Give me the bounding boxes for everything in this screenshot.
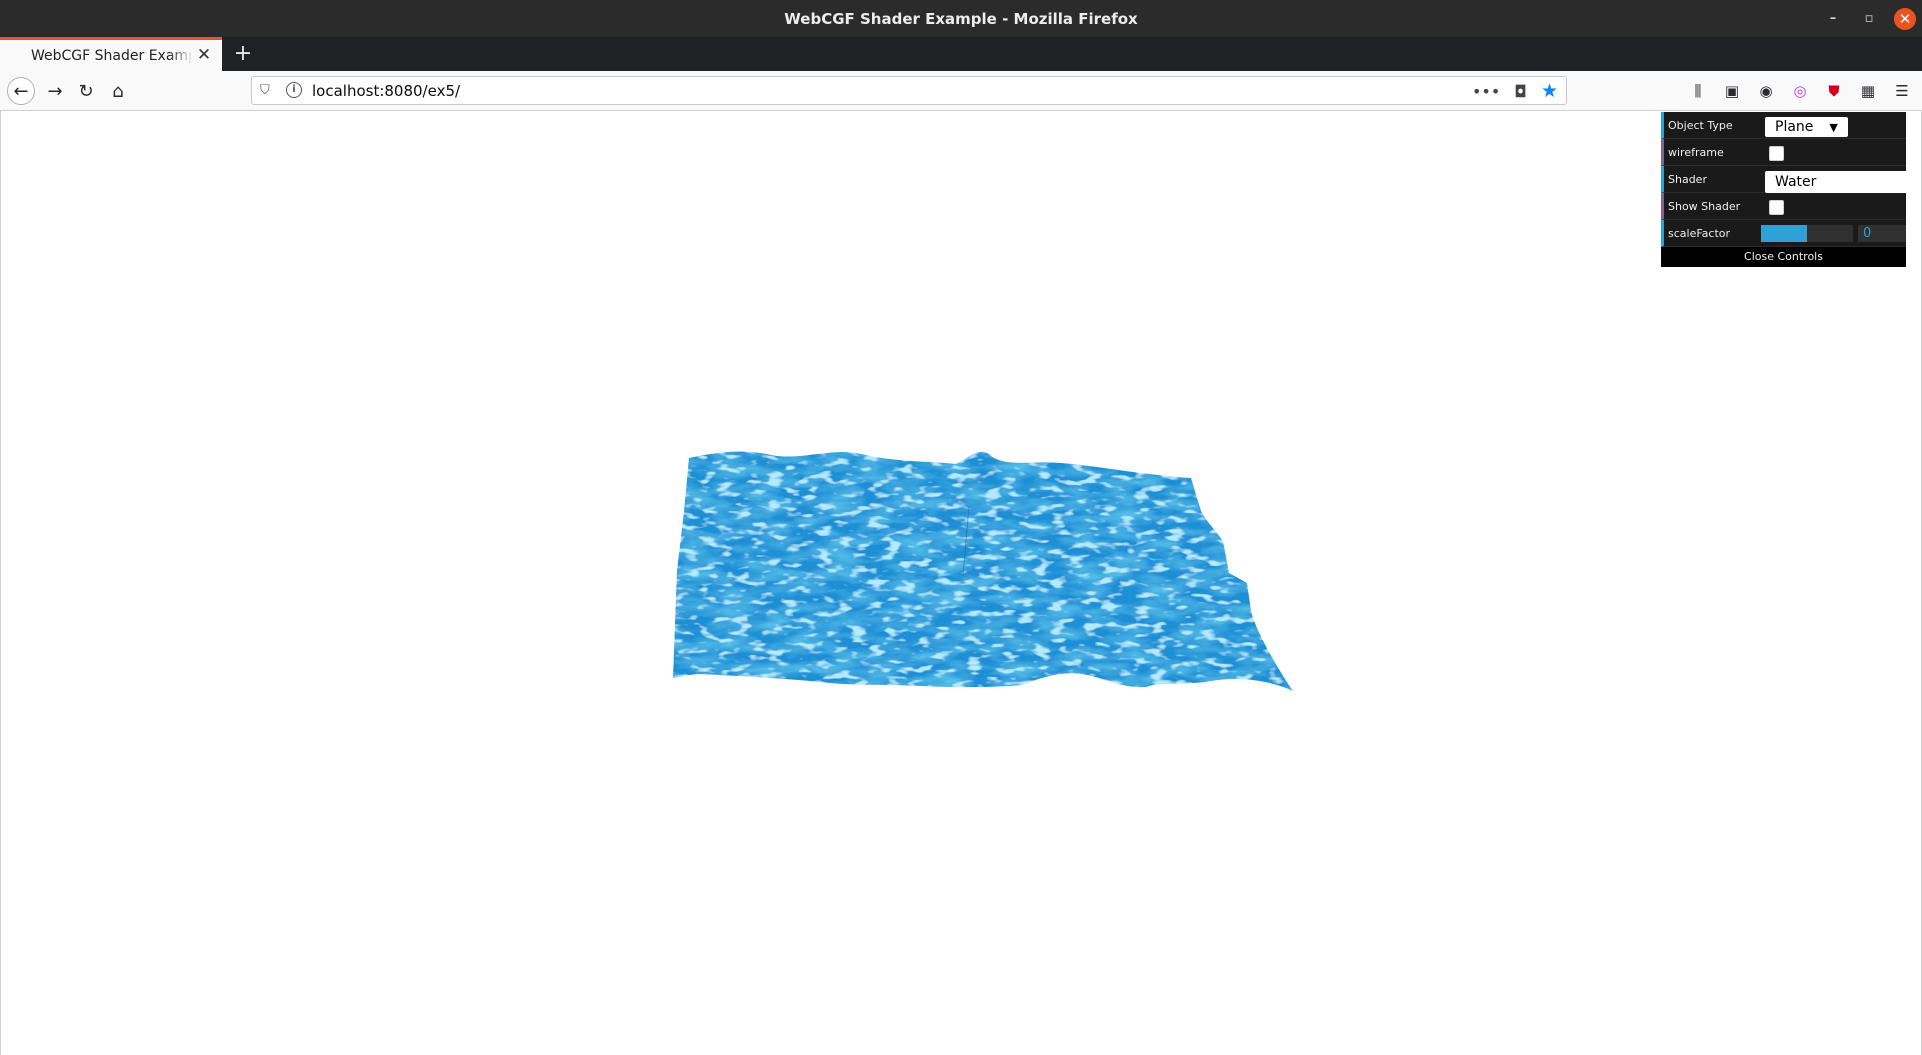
webgl-canvas[interactable] [1,111,1922,1055]
tab-strip: WebCGF Shader Example ✕ + [0,37,1922,71]
url-bar-actions: ••• ◘ ★ [1472,80,1558,102]
shader-select[interactable]: Water [1765,171,1909,193]
shader-label: Shader [1668,172,1707,186]
object-type-select[interactable]: Plane ▼ [1765,117,1848,137]
tab-title: WebCGF Shader Example [31,47,193,64]
wireframe-label: wireframe [1668,145,1724,159]
gui-row-shader: Shader Water [1661,166,1909,193]
hamburger-menu-icon[interactable]: ☰ [1892,81,1912,101]
scale-factor-slider-fill [1761,225,1807,242]
new-tab-button[interactable]: + [230,40,256,66]
gui-row-wireframe: wireframe [1661,139,1906,166]
gui-row-scale-factor: scaleFactor 0 [1661,220,1906,247]
toolbar-right-icons: ⫼ ▣ ◉ ◎ ⛊ ▦ ☰ [1688,81,1912,101]
close-window-button[interactable]: ✕ [1894,7,1916,30]
minimize-button[interactable]: – [1822,8,1844,30]
restore-button[interactable]: ▫ [1858,8,1880,30]
home-button[interactable]: ⌂ [104,77,132,105]
library-icon[interactable]: ⫼ [1688,81,1708,101]
dat-gui-controls: Object Type Plane ▼ wireframe Shader Wat… [1661,112,1909,267]
object-type-label: Object Type [1668,118,1733,132]
site-info-icon[interactable]: i [286,82,302,98]
scale-factor-input[interactable]: 0 [1858,225,1906,242]
addon-broadcast-icon[interactable]: ◎ [1790,81,1810,101]
url-text[interactable]: localhost:8080/ex5/ [312,82,460,100]
sidebar-icon[interactable]: ▣ [1722,81,1742,101]
scale-factor-label: scaleFactor [1668,226,1731,240]
bookmark-star-icon[interactable]: ★ [1541,80,1558,102]
gui-row-object-type: Object Type Plane ▼ [1661,112,1906,139]
page-actions-more-icon[interactable]: ••• [1472,82,1500,101]
navigation-toolbar: ← → ↻ ⌂ ⛉ i localhost:8080/ex5/ ••• ◘ ★ … [0,71,1922,111]
page-content [0,111,1922,1055]
extensions-icon[interactable]: ▦ [1858,81,1878,101]
pocket-icon[interactable]: ◘ [1514,82,1527,101]
show-shader-checkbox[interactable] [1769,200,1784,215]
url-bar[interactable]: ⛉ i localhost:8080/ex5/ ••• ◘ ★ [251,76,1567,105]
close-controls-button[interactable]: Close Controls [1661,247,1906,267]
shader-value: Water [1775,174,1817,190]
window-controls: – ▫ ✕ [1822,0,1916,37]
show-shader-label: Show Shader [1668,199,1741,213]
water-plane-mesh [673,451,1293,691]
wireframe-checkbox[interactable] [1769,146,1784,161]
tab-close-icon[interactable]: ✕ [194,45,214,65]
chevron-down-icon: ▼ [1829,120,1838,134]
window-titlebar: WebCGF Shader Example - Mozilla Firefox … [0,0,1922,37]
forward-button[interactable]: → [41,77,69,105]
back-button[interactable]: ← [7,77,35,105]
account-icon[interactable]: ◉ [1756,81,1776,101]
window-title: WebCGF Shader Example - Mozilla Firefox [784,9,1138,28]
object-type-value: Plane [1775,119,1814,135]
tracking-protection-shield-icon[interactable]: ⛉ [260,83,270,98]
tab-webcgf-shader-example[interactable]: WebCGF Shader Example ✕ [0,37,222,71]
shield-extension-icon[interactable]: ⛊ [1824,81,1844,101]
gui-row-show-shader: Show Shader [1661,193,1906,220]
reload-button[interactable]: ↻ [72,77,100,105]
scale-factor-slider[interactable] [1761,225,1853,242]
